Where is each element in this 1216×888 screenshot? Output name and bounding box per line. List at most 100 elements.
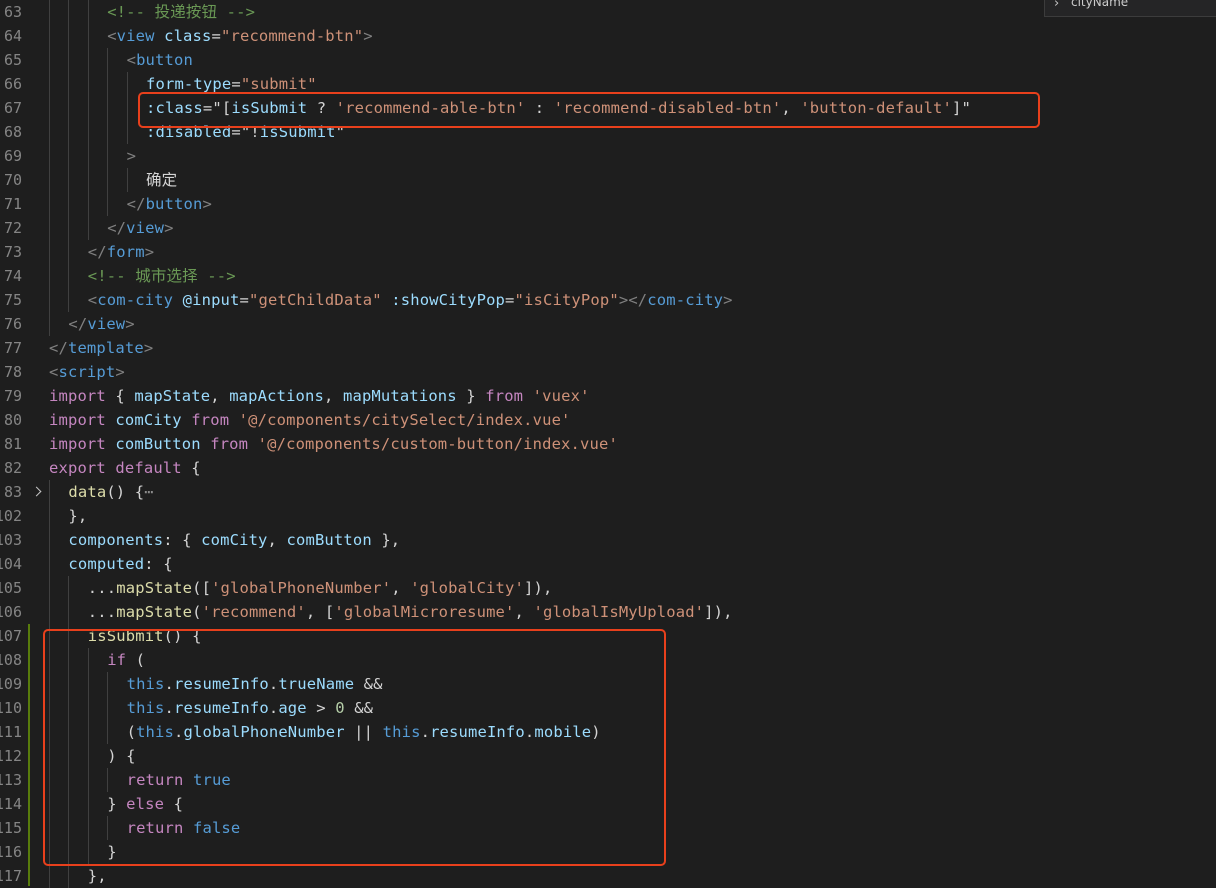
code-token: ⋯ (144, 483, 154, 501)
code-token: from (485, 387, 524, 405)
code-line[interactable]: 82 export default { (0, 456, 1216, 480)
indent-guide (87, 216, 89, 240)
code-token: </ (87, 243, 107, 261)
fold-chevron-icon[interactable] (31, 480, 43, 504)
code-token: mapMutations (342, 387, 457, 405)
code-token: <!-- 投递按钮 --> (107, 3, 256, 21)
indent-guide (68, 120, 70, 144)
code-token: > (115, 363, 125, 381)
code-line[interactable]: 72 </view> (0, 216, 1216, 240)
code-token: 'globalCity' (410, 579, 524, 597)
indent-guide (126, 120, 128, 144)
line-number: 105 (0, 579, 22, 597)
code-line[interactable]: 117}, (0, 864, 1216, 888)
code-token: 确定 (146, 171, 178, 189)
line-number: 83 (3, 483, 22, 501)
code-text: </template> (49, 336, 153, 360)
code-token: 'globalPhoneNumber' (211, 579, 392, 597)
indent-guide (68, 192, 70, 216)
code-line[interactable]: 73 </form> (0, 240, 1216, 264)
code-token: 'vuex' (532, 387, 590, 405)
find-input[interactable]: cityName (1071, 0, 1128, 9)
code-line[interactable]: 105...mapState(['globalPhoneNumber', 'gl… (0, 576, 1216, 600)
indent-guide (126, 96, 128, 120)
code-token: , (514, 603, 534, 621)
code-editor[interactable]: 63 <!-- 投递按钮 --> 64 <view class="recommend-… (0, 0, 1216, 888)
code-line[interactable]: 63 <!-- 投递按钮 --> (0, 0, 1216, 24)
code-line[interactable]: 102}, (0, 504, 1216, 528)
code-token: ></ (618, 291, 648, 309)
code-line[interactable]: 106...mapState('recommend', ['globalMicr… (0, 600, 1216, 624)
indent-guide (49, 480, 50, 504)
code-line[interactable]: 79 import { mapState, mapActions, mapMuta… (0, 384, 1216, 408)
code-token: mapState (116, 579, 193, 597)
code-token: button (136, 51, 193, 69)
code-text: <button (127, 48, 193, 72)
git-modified-indicator[interactable] (28, 624, 30, 886)
indent-guide (107, 72, 109, 96)
highlight-box-issubmit (43, 629, 666, 866)
code-token: , (267, 531, 287, 549)
code-line[interactable]: 65 <button (0, 48, 1216, 72)
indent-guide (49, 0, 50, 24)
code-text: export default { (49, 456, 201, 480)
line-number: 75 (3, 291, 22, 309)
code-text: components: { comCity, comButton }, (68, 528, 400, 552)
indent-guide (68, 24, 70, 48)
line-number: 71 (3, 195, 22, 213)
indent-guide (107, 168, 109, 192)
code-line[interactable]: 70 确定 (0, 168, 1216, 192)
indent-guide (49, 96, 50, 120)
code-line[interactable]: 103 components: { comCity, comButton }, (0, 528, 1216, 552)
code-line[interactable]: 77 </template> (0, 336, 1216, 360)
line-number: 67 (3, 99, 22, 117)
find-widget[interactable]: › cityName (1044, 0, 1216, 17)
indent-guide (87, 72, 89, 96)
code-token: template (67, 339, 144, 357)
indent-guide (68, 216, 70, 240)
code-token: form (106, 243, 145, 261)
chevron-right-icon[interactable]: › (1054, 0, 1059, 11)
code-text: }, (68, 504, 87, 528)
indent-guide (49, 192, 50, 216)
indent-guide (49, 24, 50, 48)
highlight-box-class-binding (138, 92, 1040, 128)
line-number: 104 (0, 555, 22, 573)
line-number: 117 (0, 867, 22, 885)
code-line[interactable]: 104 computed: { (0, 552, 1216, 576)
line-number: 65 (3, 51, 22, 69)
code-token: , (210, 387, 230, 405)
code-token: comButton (286, 531, 372, 549)
code-line[interactable]: 69 > (0, 144, 1216, 168)
code-line[interactable]: 80 import comCity from '@/components/city… (0, 408, 1216, 432)
code-text: </button> (127, 192, 212, 216)
code-token: "getChildData" (249, 291, 382, 309)
code-token: }, (68, 507, 88, 525)
line-number: 113 (0, 771, 22, 789)
line-number: 115 (0, 819, 22, 837)
code-token: ]), (524, 579, 553, 597)
line-number: 78 (3, 363, 22, 381)
code-line[interactable]: 71 </button> (0, 192, 1216, 216)
code-token: : { (163, 531, 202, 549)
code-token: '@/components/citySelect/index.vue' (238, 411, 571, 429)
code-line[interactable]: 78 <script> (0, 360, 1216, 384)
code-line[interactable]: 76 </view> (0, 312, 1216, 336)
code-line[interactable]: 81 import comButton from '@/components/cu… (0, 432, 1216, 456)
code-text: import comCity from '@/components/citySe… (49, 408, 571, 432)
code-line[interactable]: 83 data() {⋯ (0, 480, 1216, 504)
indent-guide (68, 96, 70, 120)
code-token: form-type (146, 75, 232, 93)
code-line[interactable]: 75 <com-city @input="getChildData" :showC… (0, 288, 1216, 312)
code-token: <!-- 城市选择 --> (87, 267, 236, 285)
code-token: </ (49, 339, 68, 357)
line-number: 111 (0, 723, 22, 741)
indent-guide (68, 0, 70, 24)
indent-guide (107, 120, 109, 144)
code-line[interactable]: 74 <!-- 城市选择 --> (0, 264, 1216, 288)
code-line[interactable]: 64 <view class="recommend-btn"> (0, 24, 1216, 48)
